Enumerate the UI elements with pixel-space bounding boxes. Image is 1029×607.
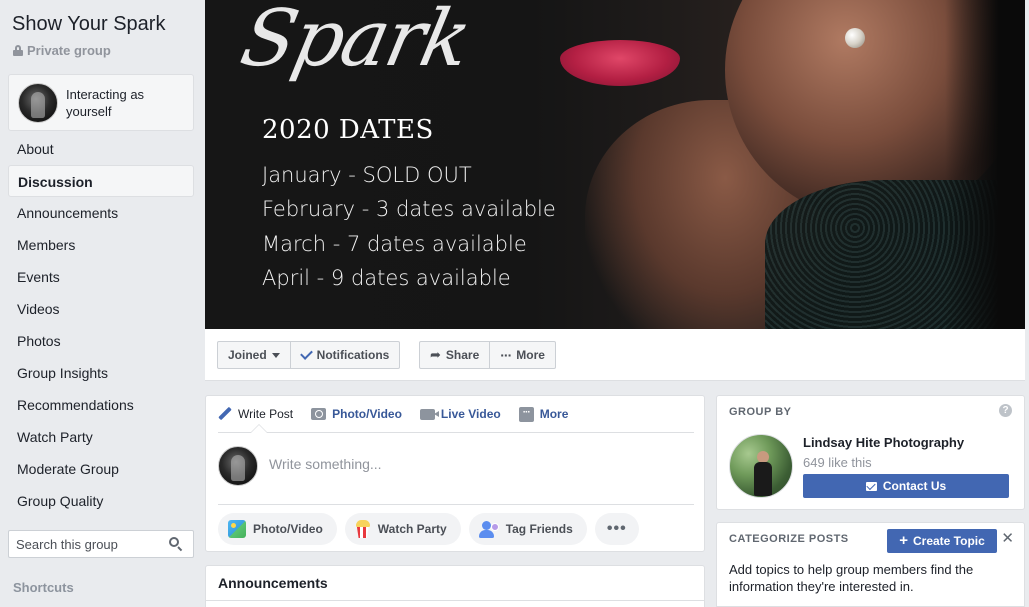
nav-item-watch-party[interactable]: Watch Party [8,421,194,453]
interacting-as-text: Interacting as yourself [66,86,145,119]
more-icon: ··· [518,406,534,422]
group-action-bar: Joined Notifications ➦ Share ··· More [205,329,1025,381]
tab-label: Write Post [238,407,294,421]
help-icon[interactable]: ? [999,404,1012,417]
user-avatar [18,82,58,123]
membership-buttons: Joined Notifications [217,341,401,369]
video-camera-icon [419,408,439,420]
contact-label: Contact Us [882,479,947,493]
nav-item-group-quality[interactable]: Group Quality [8,485,194,517]
share-icon: ➦ [430,347,441,362]
nav-item-photos[interactable]: Photos [8,325,194,357]
cover-photo[interactable]: Spark 2020 DATES January - SOLD OUT Febr… [205,0,1025,329]
tag-friends-icon [478,520,499,538]
envelope-icon [865,481,877,491]
check-icon [299,347,313,360]
pill-label: Watch Party [377,522,447,536]
announcements-card: Announcements [205,565,705,607]
create-topic-button[interactable]: + Create Topic [887,529,997,553]
active-tab-indicator [250,424,268,433]
close-icon[interactable]: ✕ [1001,531,1014,546]
group-title[interactable]: Show Your Spark [12,13,165,36]
page-name-link[interactable]: Lindsay Hite Photography [803,435,964,450]
share-more-buttons: ➦ Share ··· More [419,341,556,369]
plus-icon: + [899,532,908,549]
categorize-posts-card: CATEGORIZE POSTS + Create Topic ✕ Add to… [716,522,1025,607]
nav-item-moderate-group[interactable]: Moderate Group [8,453,194,485]
left-sidebar: Show Your Spark Private group Interactin… [0,0,205,607]
categorize-description: Add topics to help group members find th… [729,562,974,594]
cover-date-line: March - 7 dates available [262,232,527,256]
lock-icon [13,45,23,56]
cover-date-line: January - SOLD OUT [262,163,472,187]
tab-more[interactable]: ··· More [518,396,569,433]
composer-actions: Photo/Video Watch Party Tag Friends ••• [218,513,639,545]
group-by-card: GROUP BY ? Lindsay Hite Photography 649 … [716,395,1025,510]
nav-item-members[interactable]: Members [8,229,194,261]
joined-label: Joined [228,348,267,362]
post-composer: Write Post Photo/Video Live Video ··· Mo… [205,395,705,552]
watch-party-button[interactable]: Watch Party [344,513,461,545]
photo-video-button[interactable]: Photo/Video [218,513,337,545]
ellipsis-icon: ••• [606,520,627,537]
page-likes: 649 like this [803,455,872,470]
privacy-label: Private group [13,43,111,58]
search-icon[interactable] [169,537,183,552]
composer-tabs: Write Post Photo/Video Live Video ··· Mo… [218,396,694,433]
announcements-title: Announcements [218,575,328,591]
tab-label: Photo/Video [332,407,402,421]
contact-us-button[interactable]: Contact Us [803,474,1009,498]
nav-item-recommendations[interactable]: Recommendations [8,389,194,421]
joined-button[interactable]: Joined [218,342,290,368]
tag-friends-button[interactable]: Tag Friends [468,513,587,545]
notifications-label: Notifications [316,348,390,362]
pencil-icon [218,407,232,421]
ellipsis-icon: ··· [500,347,512,363]
tab-label: More [539,407,569,421]
create-topic-label: Create Topic [912,534,985,548]
cover-date-line: April - 9 dates available [262,266,511,290]
pill-label: Tag Friends [505,522,573,536]
more-label: More [516,348,545,362]
share-label: Share [445,348,480,362]
cover-script-title: Spark [233,0,477,84]
group-nav: About Discussion Announcements Members E… [8,133,194,517]
popcorn-icon [355,520,371,538]
search-input[interactable] [9,531,159,557]
nav-item-about[interactable]: About [8,133,194,165]
group-search [8,530,194,558]
pill-label: Photo/Video [253,522,323,536]
more-button[interactable]: ··· More [489,342,555,368]
nav-item-events[interactable]: Events [8,261,194,293]
tab-label: Live Video [440,407,501,421]
nav-item-announcements[interactable]: Announcements [8,197,194,229]
nav-item-videos[interactable]: Videos [8,293,194,325]
page-avatar[interactable] [729,434,793,498]
tab-photo-video[interactable]: Photo/Video [311,396,402,433]
composer-avatar [218,446,258,486]
notifications-button[interactable]: Notifications [289,342,400,368]
cover-date-line: February - 3 dates available [262,197,556,221]
caret-down-icon [271,352,280,358]
more-options-button[interactable]: ••• [594,513,639,545]
nav-item-group-insights[interactable]: Group Insights [8,357,194,389]
interacting-as-box[interactable]: Interacting as yourself [8,74,194,131]
shortcuts-heading: Shortcuts [13,580,74,595]
group-by-label: GROUP BY [729,406,792,418]
nav-item-discussion[interactable]: Discussion [8,165,194,197]
camera-icon [311,408,327,420]
composer-input[interactable]: Write something... [269,456,689,472]
categorize-label: CATEGORIZE POSTS [729,533,849,545]
tab-live-video[interactable]: Live Video [419,396,501,433]
privacy-text: Private group [27,43,111,58]
share-button[interactable]: ➦ Share [420,342,489,368]
cover-dates-title: 2020 DATES [262,115,434,145]
photo-icon [228,520,246,538]
